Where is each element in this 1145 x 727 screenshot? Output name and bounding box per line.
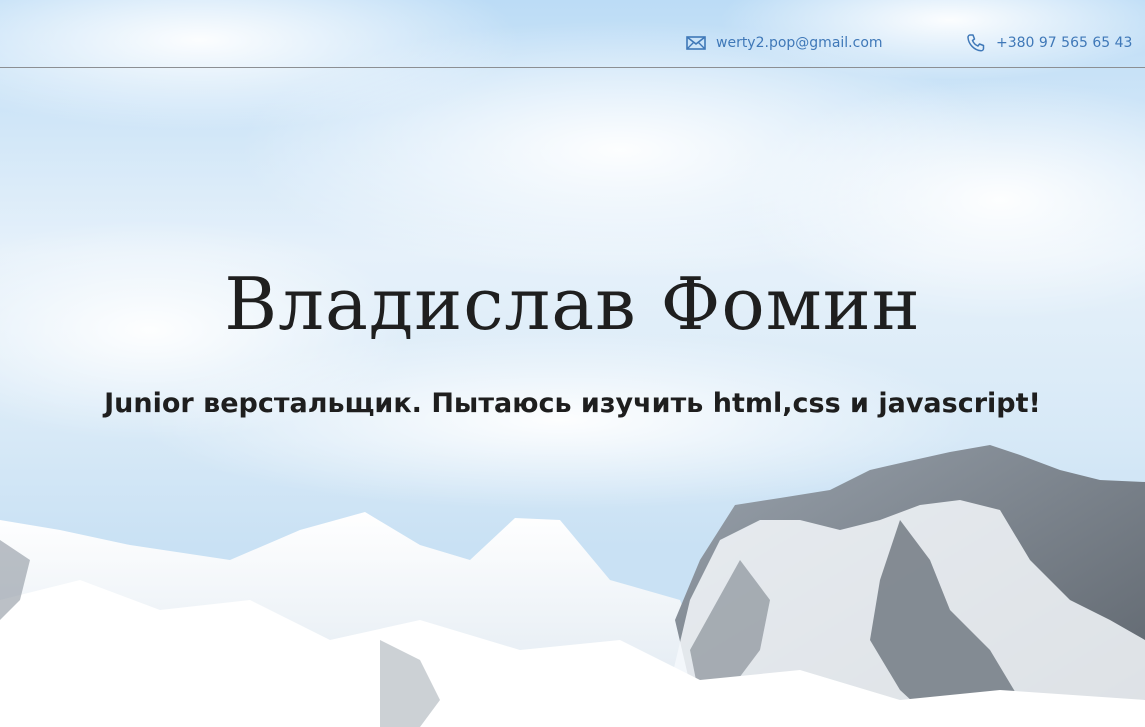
page-title: Владислав Фомин (224, 262, 921, 346)
hero-section: werty2.pop@gmail.com +380 97 565 65 43 В… (0, 0, 1145, 727)
email-link[interactable]: werty2.pop@gmail.com (686, 34, 883, 52)
phone-text: +380 97 565 65 43 (996, 35, 1133, 51)
phone-link[interactable]: +380 97 565 65 43 (966, 34, 1132, 52)
header-bar: werty2.pop@gmail.com +380 97 565 65 43 (0, 0, 1145, 68)
page-subtitle: Junior верстальщик. Пытаюсь изучить html… (104, 388, 1041, 419)
email-text: werty2.pop@gmail.com (716, 35, 883, 51)
envelope-icon (686, 34, 706, 52)
snowy-mountains-image (0, 0, 1145, 727)
phone-icon (966, 34, 986, 52)
